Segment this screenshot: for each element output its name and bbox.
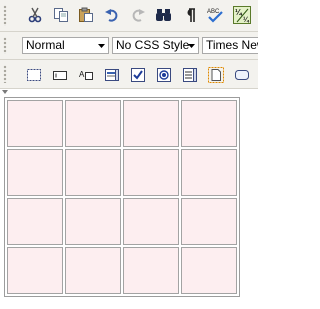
table-cell[interactable] [181,198,237,245]
css-style-value: No CSS Style [116,38,190,52]
textarea-icon [183,68,197,82]
cut-icon [28,7,42,23]
editor-canvas[interactable] [0,89,258,309]
table-cell[interactable] [123,198,179,245]
font-name-value: Times New [206,38,258,52]
table-row [7,100,237,147]
undo-icon [105,9,118,22]
paste-icon [79,7,93,22]
label-icon: A [79,70,93,80]
redo-button[interactable] [128,5,148,25]
css-style-select[interactable]: No CSS Style [112,37,199,54]
radio-icon [157,68,171,82]
font-name-select[interactable]: Times New [202,37,258,54]
form-controls-toolbar: A [0,60,258,89]
listbox-icon [105,69,119,81]
table-row [7,247,237,294]
table-marker-icon [2,90,8,94]
table-cell[interactable] [7,247,63,294]
formatting-toolbar: Normal No CSS Style Times New [0,32,258,60]
copy-icon [54,8,68,22]
label-button[interactable]: A [76,65,96,85]
table-cell[interactable] [7,100,63,147]
paragraph-style-select[interactable]: Normal [22,37,109,54]
show-formatting-button[interactable] [180,5,200,25]
redo-icon [132,9,145,22]
symbol-button[interactable]: ¼ ¼ [232,5,252,25]
textbox-icon [53,71,67,80]
file-upload-button[interactable] [206,65,226,85]
spellcheck-button[interactable]: ABC [205,5,225,25]
pilcrow-icon [187,8,195,22]
table[interactable] [4,97,240,297]
svg-text:ABC: ABC [207,9,220,15]
table-cell[interactable] [181,100,237,147]
undo-button[interactable] [102,5,122,25]
table-cell[interactable] [7,198,63,245]
svg-text:A: A [79,70,85,79]
table-cell[interactable] [123,247,179,294]
checkbox-button[interactable] [128,65,148,85]
find-button[interactable] [154,5,174,25]
table-cell[interactable] [181,149,237,196]
toolbar-grip[interactable] [3,5,7,26]
table-row [7,149,237,196]
radio-button[interactable] [154,65,174,85]
checkbox-icon [131,68,145,82]
table-cell[interactable] [65,198,121,245]
cut-button[interactable] [25,5,45,25]
binoculars-icon [156,9,171,21]
table-row [7,198,237,245]
table-cell[interactable] [65,247,121,294]
standard-toolbar: ABC ¼ ¼ [0,0,258,32]
button-control-button[interactable] [232,65,252,85]
table-cell[interactable] [123,149,179,196]
textarea-button[interactable] [180,65,200,85]
paragraph-style-value: Normal [26,38,65,52]
table-cell[interactable] [181,247,237,294]
textbox-button[interactable] [50,65,70,85]
chevron-down-icon[interactable] [185,39,197,52]
spellcheck-icon: ABC [207,9,223,23]
toolbar-grip[interactable] [3,65,7,83]
table-cell[interactable] [65,149,121,196]
listbox-button[interactable] [102,65,122,85]
table-cell[interactable] [123,100,179,147]
toolbar-grip[interactable] [3,37,7,54]
button-icon [235,70,249,80]
table-cell[interactable] [65,100,121,147]
file-icon [208,67,224,83]
fieldset-icon [27,69,41,81]
paste-button[interactable] [76,5,96,25]
table-cell[interactable] [7,149,63,196]
copy-button[interactable] [51,5,71,25]
symbol-icon: ¼ ¼ [233,6,251,24]
chevron-down-icon[interactable] [95,39,107,52]
fieldset-button[interactable] [24,65,44,85]
